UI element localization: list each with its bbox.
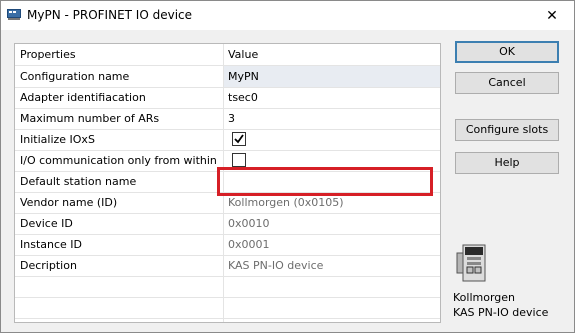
row-adapter-identification[interactable]: Adapter identifiacation tsec0 <box>15 87 440 109</box>
property-label: Default station name <box>20 175 137 188</box>
property-value[interactable]: tsec0 <box>223 87 440 108</box>
property-label: Vendor name (ID) <box>20 196 118 209</box>
cancel-button[interactable]: Cancel <box>455 72 559 94</box>
property-label: Device ID <box>20 217 73 230</box>
property-label: Configuration name <box>20 70 130 83</box>
check-icon <box>234 134 244 144</box>
configure-slots-button[interactable]: Configure slots <box>455 119 559 141</box>
property-label: Decription <box>20 259 77 272</box>
property-value: 0x0010 <box>223 213 440 234</box>
help-button[interactable]: Help <box>455 152 559 174</box>
row-device-id: Device ID 0x0010 <box>15 213 440 235</box>
row-configuration-name[interactable]: Configuration name MyPN <box>15 66 440 88</box>
device-vendor: Kollmorgen <box>453 291 516 304</box>
property-label: I/O communication only from within cycle <box>20 154 220 167</box>
close-button[interactable]: ✕ <box>530 1 574 30</box>
initialize-ioxs-checkbox[interactable] <box>232 132 246 146</box>
grid-header-row: Properties Value <box>15 44 440 66</box>
dialog-window: MyPN - PROFINET IO device ✕ Properties V… <box>0 0 575 333</box>
empty-row <box>15 297 440 319</box>
property-label: Instance ID <box>20 238 82 251</box>
property-label: Initialize IOxS <box>20 133 95 146</box>
network-device-icon <box>7 9 21 20</box>
property-value[interactable]: 3 <box>223 108 440 129</box>
io-communication-checkbox[interactable] <box>232 153 246 167</box>
empty-row <box>15 276 440 298</box>
property-label: Maximum number of ARs <box>20 112 160 125</box>
close-icon: ✕ <box>546 7 558 24</box>
header-properties: Properties <box>20 48 76 61</box>
property-label: Adapter identifiacation <box>20 91 146 104</box>
row-max-ars[interactable]: Maximum number of ARs 3 <box>15 108 440 130</box>
device-model: KAS PN-IO device <box>453 306 549 319</box>
property-value: KAS PN-IO device <box>223 255 440 276</box>
device-icon <box>456 244 486 282</box>
header-value: Value <box>223 44 440 65</box>
row-instance-id: Instance ID 0x0001 <box>15 234 440 256</box>
ok-button[interactable]: OK <box>455 41 559 63</box>
highlight-annotation <box>217 167 433 196</box>
property-value: 0x0001 <box>223 234 440 255</box>
row-description: Decription KAS PN-IO device <box>15 255 440 277</box>
title-bar[interactable]: MyPN - PROFINET IO device ✕ <box>1 1 574 30</box>
window-title: MyPN - PROFINET IO device <box>27 8 193 22</box>
property-value <box>223 129 440 150</box>
property-value[interactable]: MyPN <box>223 66 440 87</box>
row-initialize-ioxs[interactable]: Initialize IOxS <box>15 129 440 151</box>
